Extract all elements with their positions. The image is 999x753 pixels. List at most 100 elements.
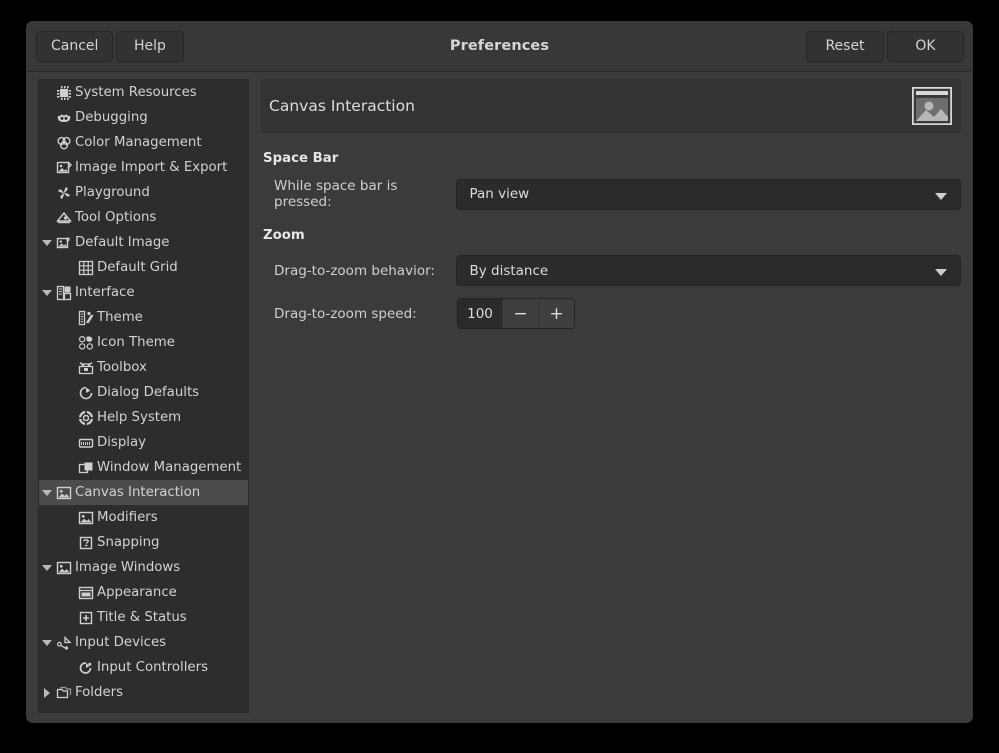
sidebar-item-label: Theme <box>96 310 143 325</box>
title-status-icon <box>77 609 95 627</box>
chevron-down-icon[interactable] <box>39 565 55 571</box>
display-icon <box>77 434 95 452</box>
sidebar-item-image-import-export[interactable]: Image Import & Export <box>39 155 248 180</box>
dialog-header-bar: Cancel Help Preferences Reset OK <box>26 21 973 72</box>
help-system-icon <box>77 409 95 427</box>
snapping-icon <box>77 534 95 552</box>
sidebar-item-tool-options[interactable]: Tool Options <box>39 205 248 230</box>
sidebar-item-canvas-interaction[interactable]: Canvas Interaction <box>39 480 248 505</box>
tool-options-icon <box>55 209 73 227</box>
field-row: Drag-to-zoom behavior:By distance <box>261 255 961 286</box>
interface-icon <box>55 284 73 302</box>
sidebar-item-label: Image Windows <box>74 560 180 575</box>
chip-icon <box>55 84 73 102</box>
sidebar-item-label: Title & Status <box>96 610 187 625</box>
wilber-bug-icon <box>55 109 73 127</box>
sidebar-item-label: Input Devices <box>74 635 166 650</box>
settings-sections: Space Bar While space bar is pressed:Pan … <box>261 151 961 329</box>
preferences-content-pane: Canvas Interaction Space Bar While space … <box>261 79 961 713</box>
sidebar-item-default-grid[interactable]: Default Grid <box>39 255 248 280</box>
chevron-down-icon[interactable] <box>935 269 947 276</box>
chevron-down-icon[interactable] <box>39 490 55 496</box>
window-management-icon <box>77 459 95 477</box>
sidebar-item-title-status[interactable]: Title & Status <box>39 605 248 630</box>
sidebar-item-snapping[interactable]: Snapping <box>39 530 248 555</box>
sidebar-item-interface[interactable]: Interface <box>39 280 248 305</box>
sidebar-item-label: Help System <box>96 410 181 425</box>
sidebar-item-label: Image Import & Export <box>74 160 227 175</box>
sidebar-item-label: Folders <box>74 685 123 700</box>
field-row: While space bar is pressed:Pan view <box>261 178 961 210</box>
appearance-icon <box>77 584 95 602</box>
sidebar-item-label: Toolbox <box>96 360 147 375</box>
sidebar-item-toolbox[interactable]: Toolbox <box>39 355 248 380</box>
field-row: Drag-to-zoom speed:100−+ <box>261 298 961 329</box>
sidebar-item-color-management[interactable]: Color Management <box>39 130 248 155</box>
sidebar-item-label: Modifiers <box>96 510 158 525</box>
sidebar-item-system-resources[interactable]: System Resources <box>39 80 248 105</box>
chevron-down-icon[interactable] <box>39 240 55 246</box>
sidebar-item-label: Playground <box>74 185 150 200</box>
color-wheel-icon <box>55 134 73 152</box>
sidebar-item-dialog-defaults[interactable]: Dialog Defaults <box>39 380 248 405</box>
grid-icon <box>77 259 95 277</box>
sidebar-item-label: Canvas Interaction <box>74 485 200 500</box>
chevron-down-icon[interactable] <box>935 193 947 200</box>
dialog-body: System Resources Debugging Color Managem… <box>26 72 973 723</box>
section-title: Space Bar <box>263 151 961 166</box>
chevron-down-icon[interactable] <box>39 640 55 646</box>
sidebar-item-modifiers[interactable]: Modifiers <box>39 505 248 530</box>
sidebar-item-icon-theme[interactable]: Icon Theme <box>39 330 248 355</box>
sidebar-item-label: Window Management <box>96 460 241 475</box>
sidebar-item-label: Input Controllers <box>96 660 208 675</box>
increment-button[interactable]: + <box>538 299 574 328</box>
chevron-right-icon[interactable] <box>39 688 55 698</box>
ok-button[interactable]: OK <box>887 31 964 62</box>
sidebar-item-display[interactable]: Display <box>39 430 248 455</box>
sidebar-item-default-image[interactable]: Default Image <box>39 230 248 255</box>
canvas-icon <box>55 484 73 502</box>
preferences-window: Cancel Help Preferences Reset OK System … <box>26 21 973 723</box>
pinwheel-icon <box>55 184 73 202</box>
modifiers-icon <box>77 509 95 527</box>
sidebar-item-label: Default Grid <box>96 260 178 275</box>
spinner-drag-to-zoom-speed[interactable]: 100−+ <box>457 298 575 329</box>
sidebar-item-label: Display <box>96 435 146 450</box>
field-label: While space bar is pressed: <box>261 178 456 210</box>
reset-button[interactable]: Reset <box>806 31 884 62</box>
section-title: Zoom <box>263 228 961 243</box>
sidebar-item-label: Color Management <box>74 135 202 150</box>
sidebar-item-input-devices[interactable]: Input Devices <box>39 630 248 655</box>
icon-theme-icon <box>77 334 95 352</box>
sidebar-item-help-system[interactable]: Help System <box>39 405 248 430</box>
sidebar-item-label: Snapping <box>96 535 159 550</box>
sidebar-item-label: Default Image <box>74 235 169 250</box>
sidebar-item-label: Debugging <box>74 110 148 125</box>
sidebar-item-input-controllers[interactable]: Input Controllers <box>39 655 248 680</box>
sidebar-item-folders[interactable]: Folders <box>39 680 248 705</box>
chevron-down-icon[interactable] <box>39 290 55 296</box>
toolbox-icon <box>77 359 95 377</box>
sidebar-item-playground[interactable]: Playground <box>39 180 248 205</box>
preferences-category-tree[interactable]: System Resources Debugging Color Managem… <box>38 79 249 713</box>
canvas-image-icon <box>912 87 952 129</box>
decrement-button[interactable]: − <box>502 299 538 328</box>
input-controllers-icon <box>77 659 95 677</box>
image-windows-icon <box>55 559 73 577</box>
sidebar-item-window-management[interactable]: Window Management <box>39 455 248 480</box>
dropdown-while-space-bar-is-pressed[interactable]: Pan view <box>456 179 961 210</box>
sidebar-item-label: Icon Theme <box>96 335 175 350</box>
sidebar-item-appearance[interactable]: Appearance <box>39 580 248 605</box>
input-devices-icon <box>55 634 73 652</box>
sidebar-item-label: Dialog Defaults <box>96 385 199 400</box>
theme-icon <box>77 309 95 327</box>
sidebar-item-image-windows[interactable]: Image Windows <box>39 555 248 580</box>
sidebar-item-label: System Resources <box>74 85 197 100</box>
sidebar-item-theme[interactable]: Theme <box>39 305 248 330</box>
spinner-value-input[interactable]: 100 <box>458 299 502 328</box>
sidebar-item-debugging[interactable]: Debugging <box>39 105 248 130</box>
sidebar-item-label: Tool Options <box>74 210 156 225</box>
page-header: Canvas Interaction <box>261 79 961 133</box>
dropdown-drag-to-zoom-behavior[interactable]: By distance <box>456 255 961 286</box>
import-export-icon <box>55 159 73 177</box>
